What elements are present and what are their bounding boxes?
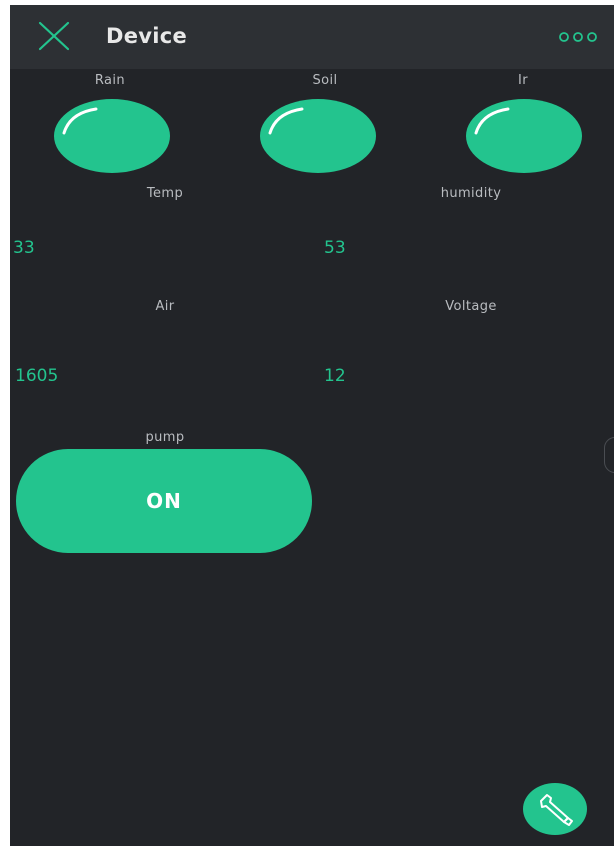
temp-value: 33 [13,238,35,258]
led-shine-icon [474,107,510,135]
top-bar: Device [10,5,614,69]
air-label: Air [155,299,175,314]
led-shine-icon [268,107,304,135]
rain-led [54,99,170,173]
more-icon [559,32,597,42]
ir-label: Ir [518,73,528,88]
settings-fab[interactable] [523,783,587,835]
more-button[interactable] [558,29,602,45]
voltage-value: 12 [324,366,346,386]
pump-label: pump [145,430,185,445]
air-value: 1605 [15,366,59,386]
humidity-value: 53 [324,238,346,258]
temp-label: Temp [146,186,184,201]
humidity-label: humidity [440,186,502,201]
soil-label: Soil [312,73,338,88]
close-icon [38,21,70,51]
pump-button[interactable]: ON [16,449,312,553]
edge-handle[interactable] [604,437,614,473]
soil-led [260,99,376,173]
page-title: Device [106,24,188,48]
app-screen: Device Rain Soil Ir Temp humidity 33 53 … [10,5,614,846]
rain-label: Rain [94,73,126,88]
wrench-icon [540,794,573,826]
voltage-label: Voltage [445,299,497,314]
close-button[interactable] [34,19,74,55]
led-shine-icon [62,107,98,135]
ir-led [466,99,582,173]
